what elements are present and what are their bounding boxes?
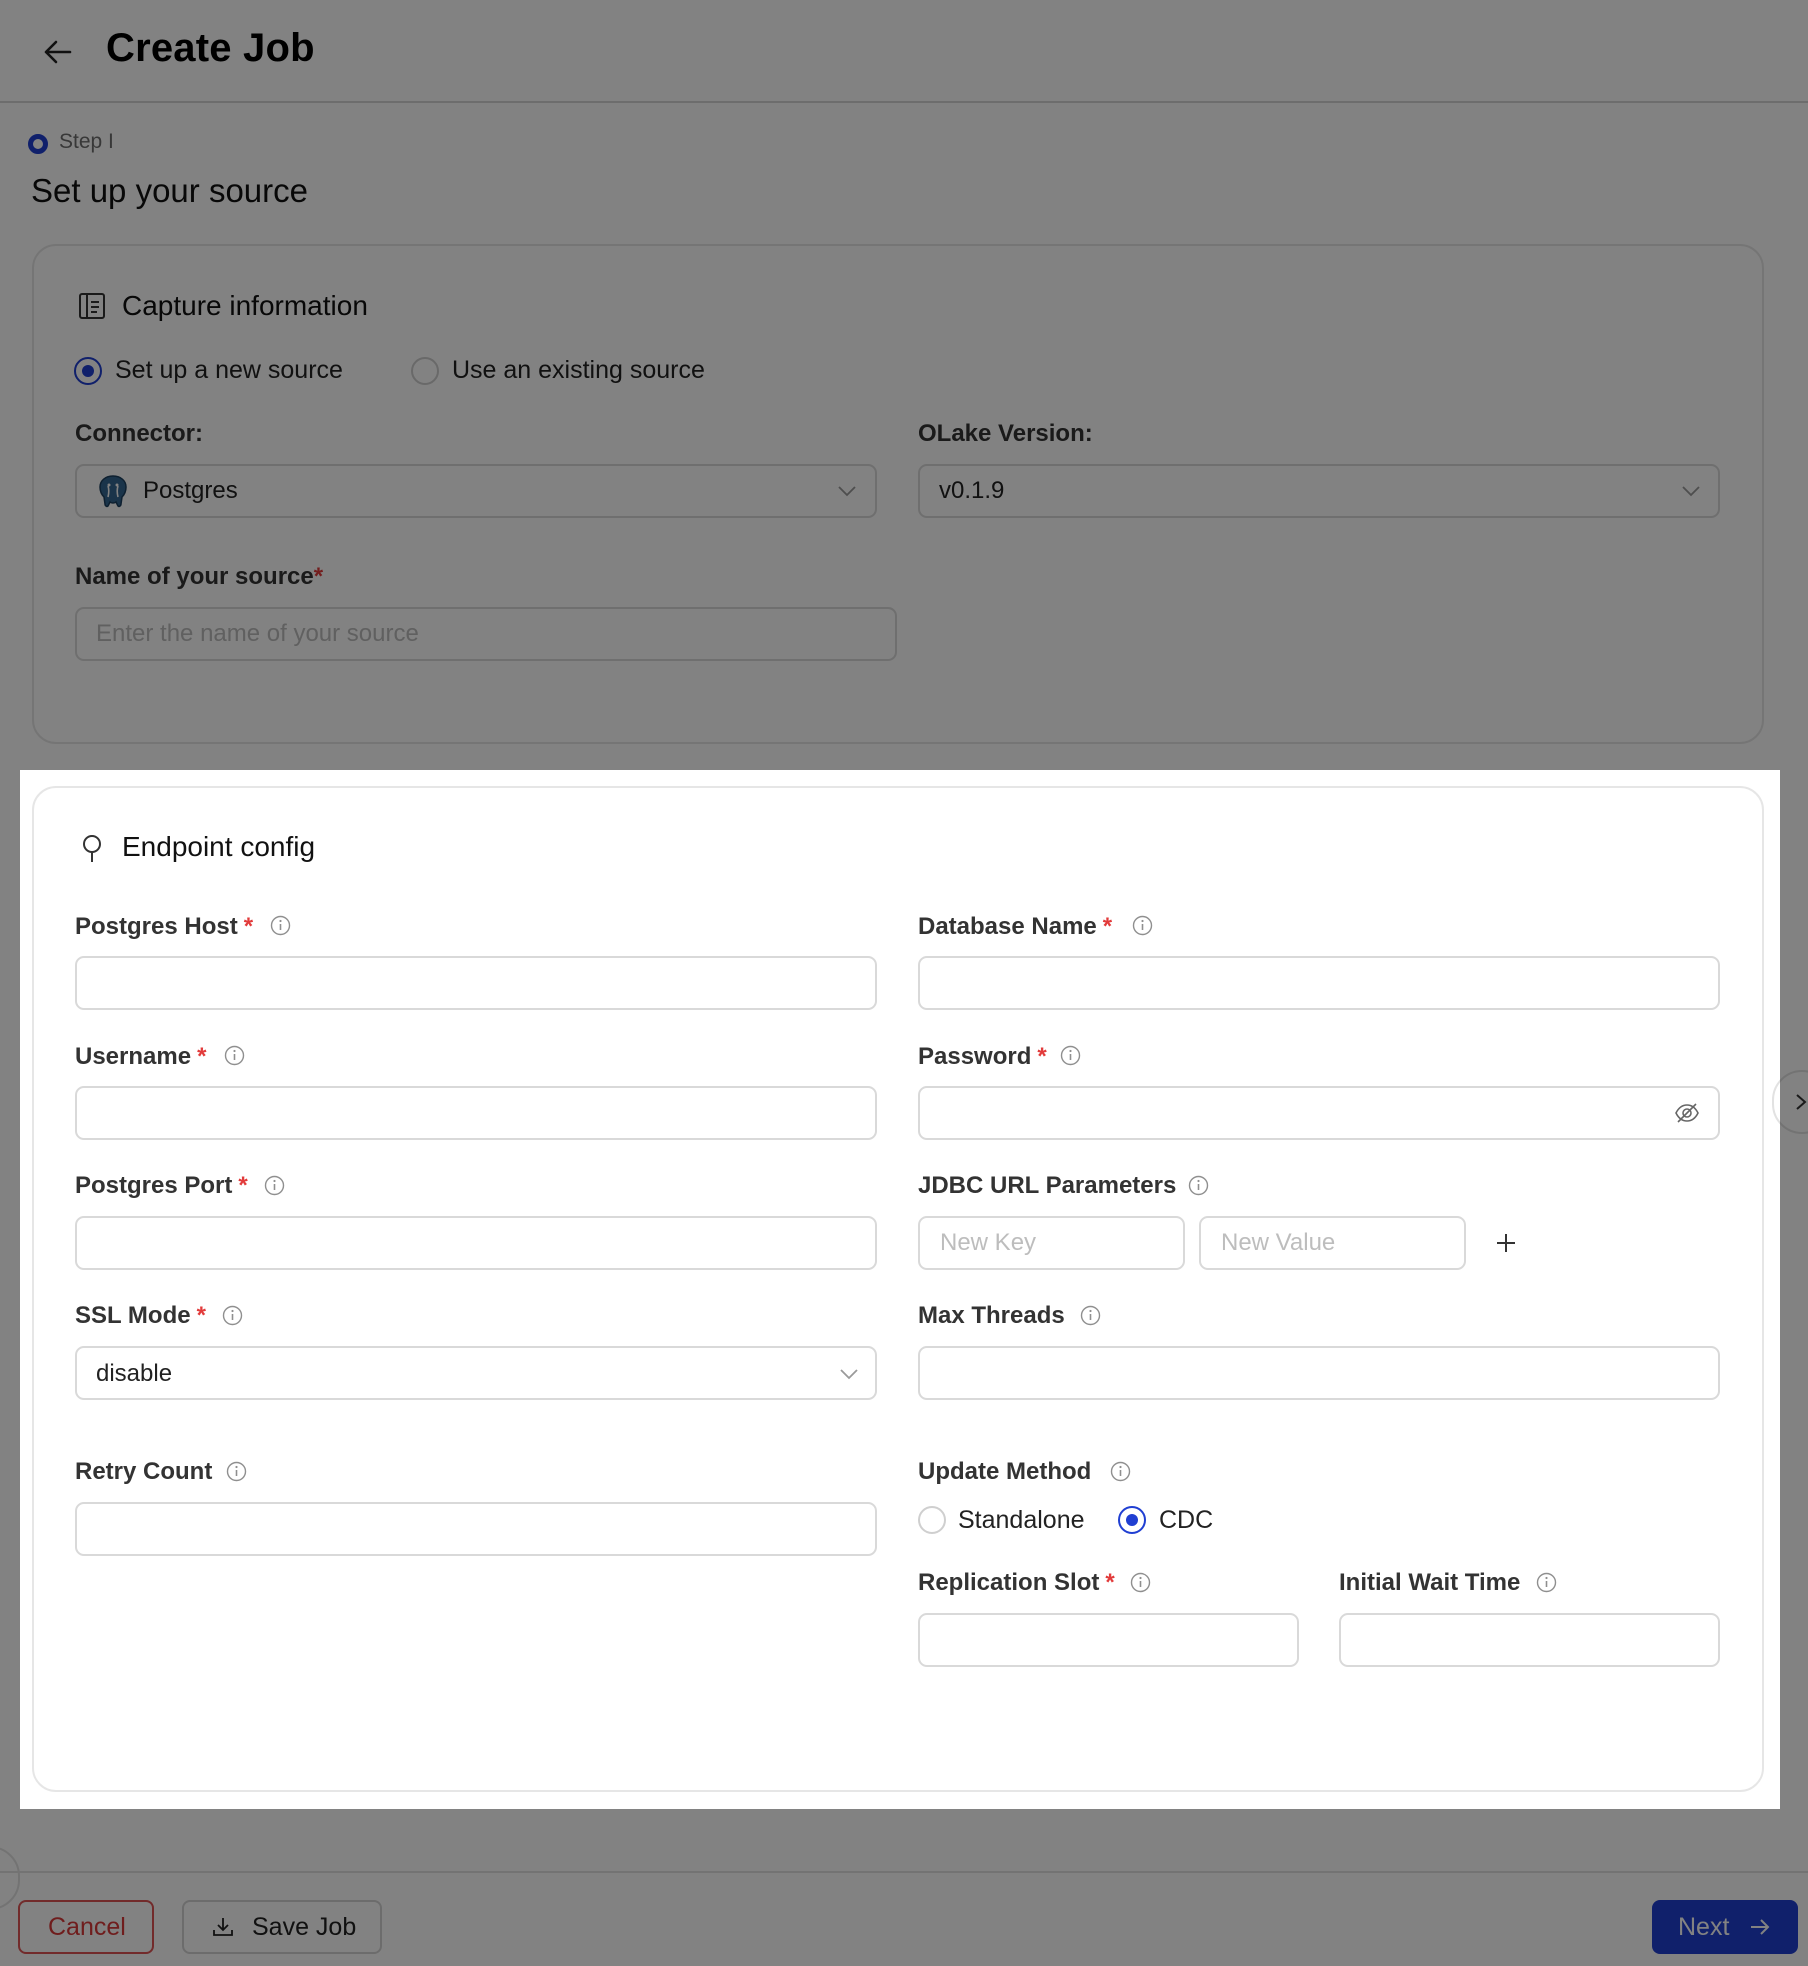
postgres-host-label: Postgres Host * <box>75 913 254 940</box>
jdbc-info-icon[interactable] <box>1188 1175 1209 1196</box>
location-pin-icon <box>76 832 108 864</box>
standalone-label[interactable]: Standalone <box>958 1506 1085 1535</box>
replication-slot-input[interactable] <box>918 1613 1299 1667</box>
ssl-mode-value: disable <box>96 1360 173 1387</box>
username-label: Username * <box>75 1043 207 1070</box>
max-threads-info-icon[interactable] <box>1080 1305 1101 1326</box>
cdc-radio[interactable] <box>1118 1506 1146 1534</box>
password-input[interactable] <box>918 1086 1720 1140</box>
dim-overlay-top <box>0 0 1808 770</box>
dim-overlay-left <box>0 770 20 1809</box>
postgres-port-info-icon[interactable] <box>264 1175 285 1196</box>
cdc-label[interactable]: CDC <box>1159 1506 1213 1535</box>
eye-hidden-icon[interactable] <box>1674 1100 1700 1126</box>
jdbc-url-parameters-label: JDBC URL Parameters <box>918 1172 1177 1199</box>
max-threads-input[interactable] <box>918 1346 1720 1400</box>
replication-slot-label: Replication Slot * <box>918 1569 1115 1596</box>
ssl-mode-select[interactable] <box>75 1346 877 1400</box>
dim-overlay-bottom <box>0 1809 1808 1966</box>
retry-count-info-icon[interactable] <box>226 1461 247 1482</box>
database-name-label: Database Name * <box>918 913 1113 940</box>
retry-count-input[interactable] <box>75 1502 877 1556</box>
standalone-radio[interactable] <box>918 1506 946 1534</box>
ssl-mode-label: SSL Mode * <box>75 1302 206 1329</box>
initial-wait-time-input[interactable] <box>1339 1613 1720 1667</box>
endpoint-config-title: Endpoint config <box>122 831 316 862</box>
postgres-port-label: Postgres Port * <box>75 1172 248 1199</box>
ssl-mode-chevron-down-icon <box>838 1363 860 1385</box>
replication-slot-info-icon[interactable] <box>1130 1572 1151 1593</box>
ssl-mode-info-icon[interactable] <box>222 1305 243 1326</box>
password-label: Password * <box>918 1043 1047 1070</box>
initial-wait-time-label: Initial Wait Time <box>1339 1569 1521 1596</box>
database-name-info-icon[interactable] <box>1132 915 1153 936</box>
postgres-host-info-icon[interactable] <box>270 915 291 936</box>
max-threads-label: Max Threads <box>918 1302 1065 1329</box>
initial-wait-time-info-icon[interactable] <box>1536 1572 1557 1593</box>
jdbc-key-placeholder: New Key <box>940 1229 1037 1256</box>
username-info-icon[interactable] <box>224 1045 245 1066</box>
username-input[interactable] <box>75 1086 877 1140</box>
add-parameter-plus-icon[interactable] <box>1494 1231 1518 1255</box>
dim-overlay-right <box>1780 770 1808 1809</box>
password-info-icon[interactable] <box>1060 1045 1081 1066</box>
database-name-input[interactable] <box>918 956 1720 1010</box>
update-method-info-icon[interactable] <box>1110 1461 1131 1482</box>
jdbc-value-placeholder: New Value <box>1221 1229 1336 1256</box>
retry-count-label: Retry Count <box>75 1458 213 1485</box>
postgres-port-input[interactable] <box>75 1216 877 1270</box>
update-method-label: Update Method <box>918 1458 1092 1485</box>
postgres-host-input[interactable] <box>75 956 877 1010</box>
